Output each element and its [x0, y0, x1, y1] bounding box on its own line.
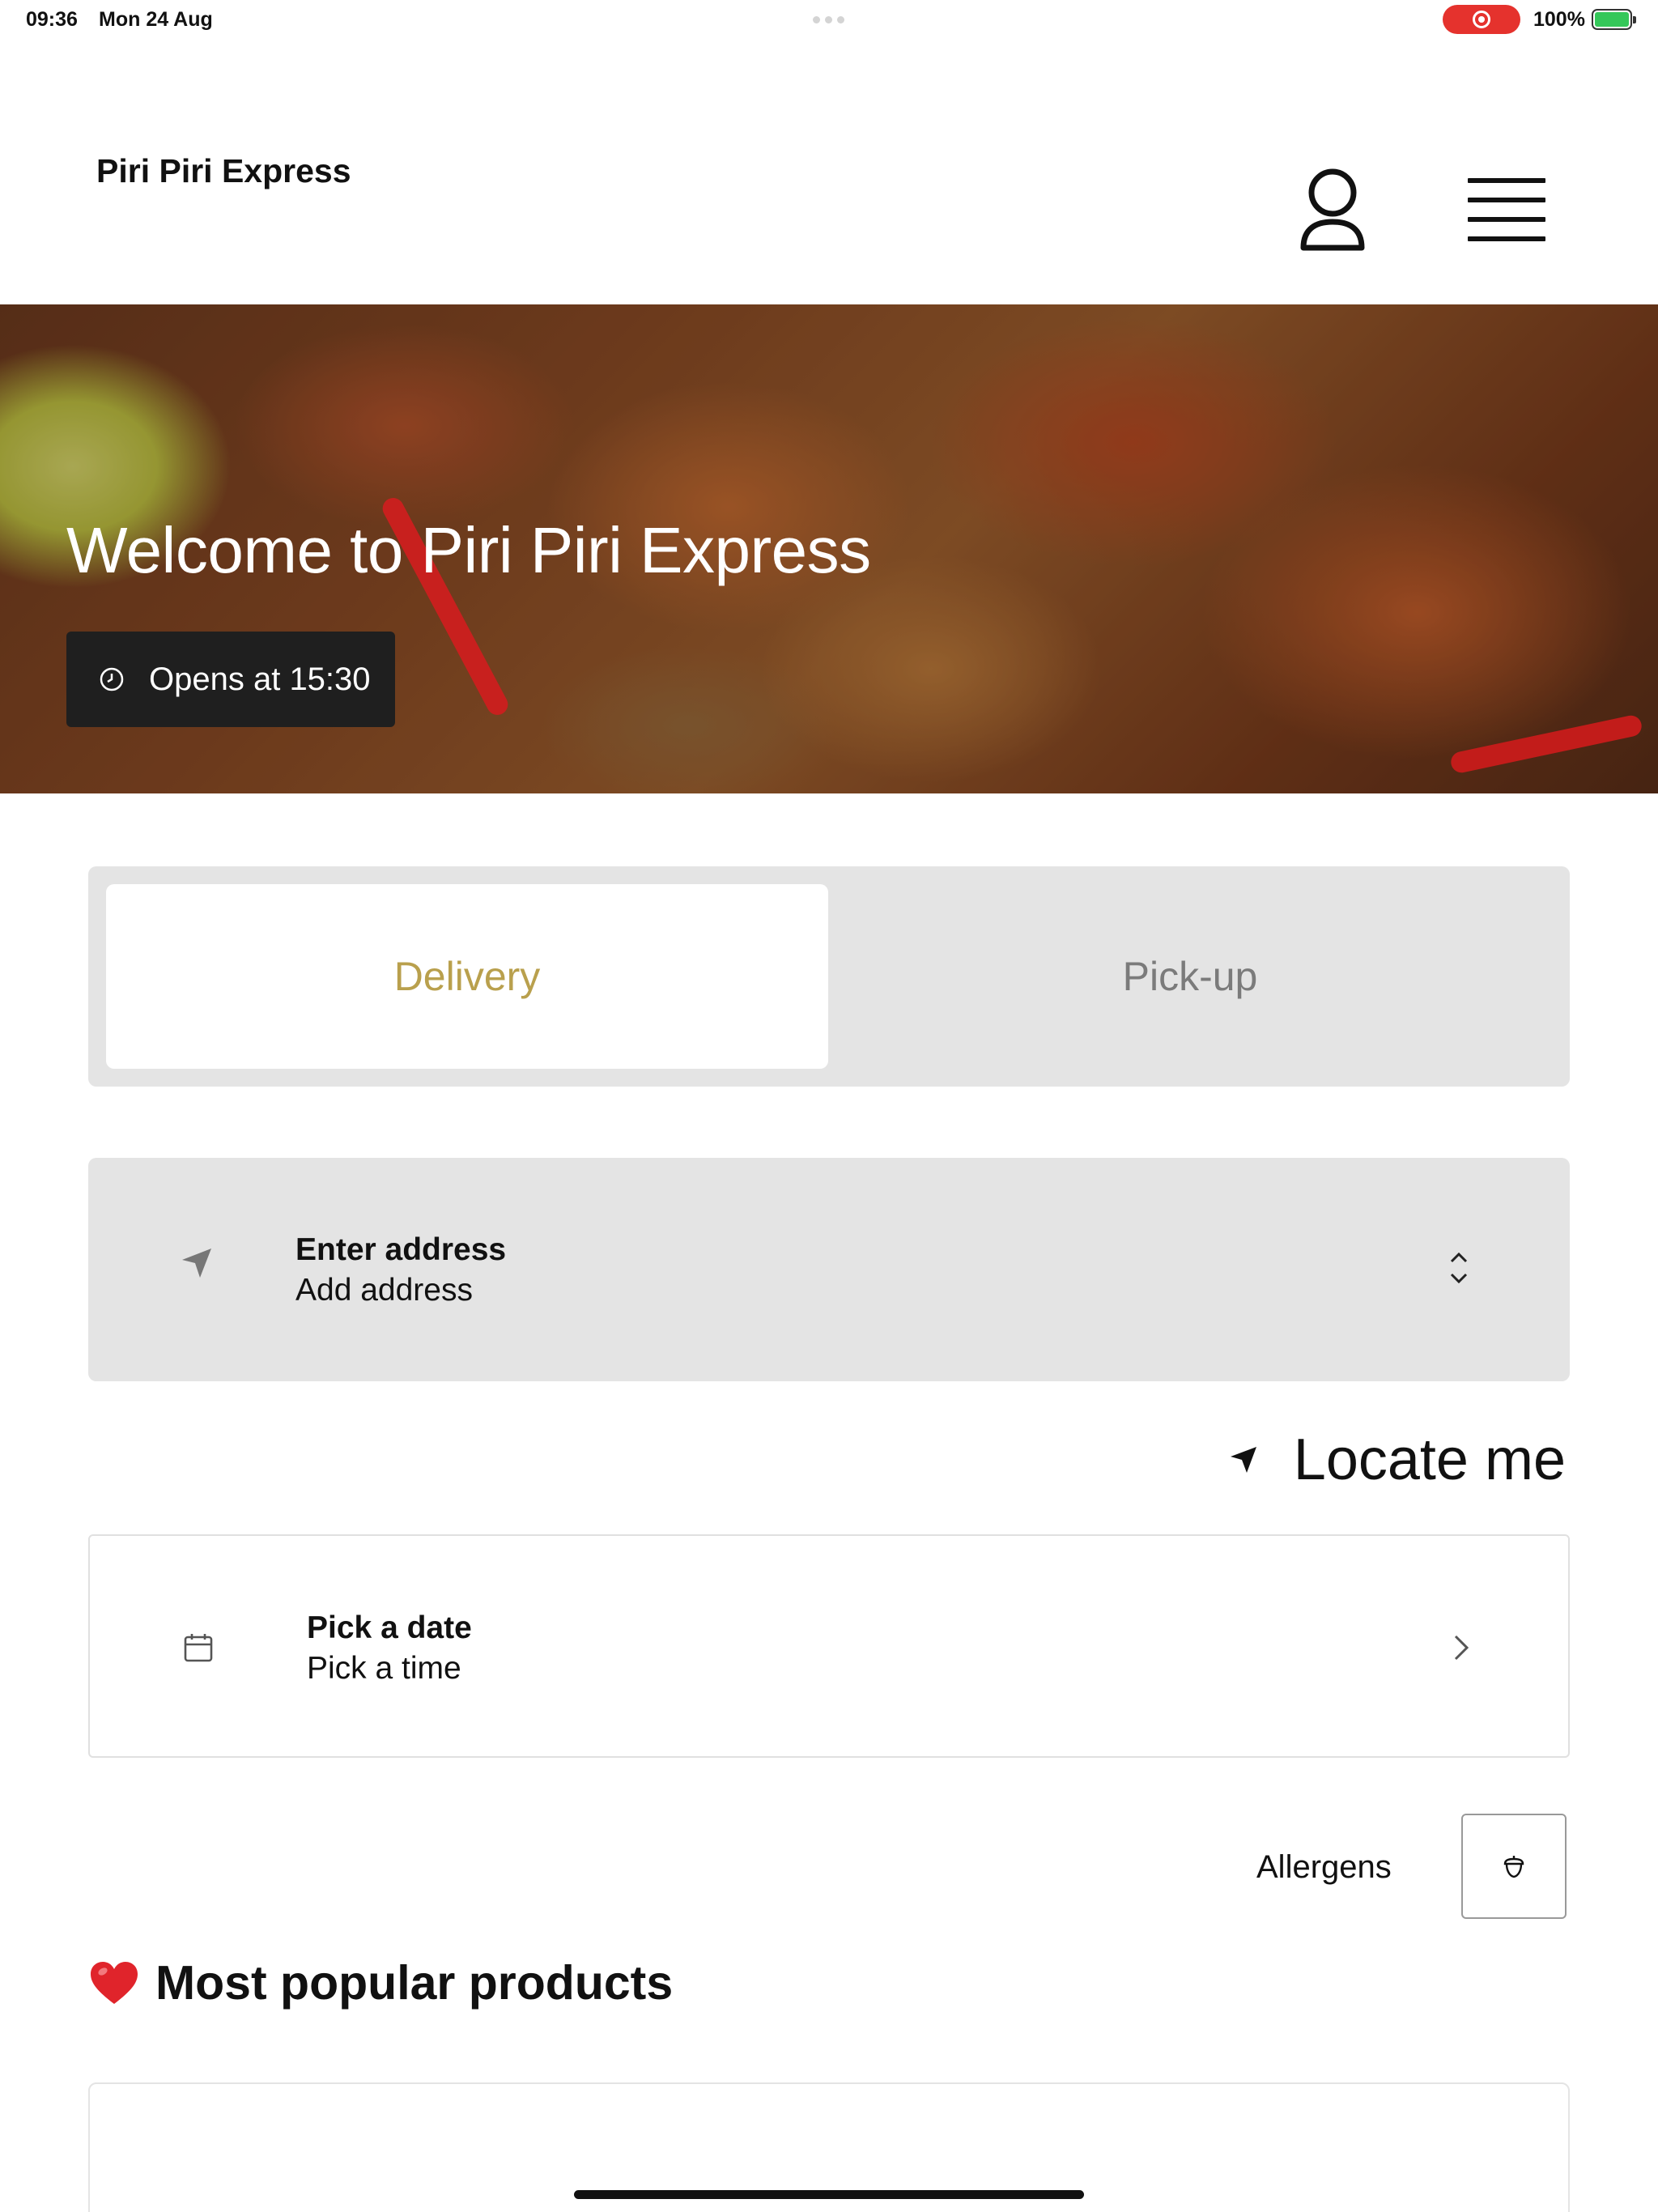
address-title: Enter address [295, 1232, 507, 1267]
brand-title[interactable]: Piri Piri Express [96, 152, 351, 190]
status-date: Mon 24 Aug [99, 8, 213, 31]
opening-hours-badge: Opens at 15:30 [66, 632, 395, 727]
clock-icon [100, 667, 124, 691]
time-subtitle: Pick a time [307, 1651, 461, 1686]
heart-icon [91, 1962, 138, 2004]
order-mode-toggle: Delivery Pick-up [88, 866, 1570, 1087]
chevron-right-icon [1454, 1635, 1469, 1661]
allergens-button[interactable] [1461, 1814, 1567, 1919]
home-indicator[interactable] [574, 2190, 1084, 2199]
battery-percentage: 100% [1533, 8, 1585, 31]
hero-banner: Welcome to Piri Piri Express Opens at 15… [0, 304, 1658, 793]
popular-products-heading: Most popular products [89, 1955, 673, 2010]
tab-delivery[interactable]: Delivery [106, 884, 828, 1069]
multitasking-dots-icon[interactable] [813, 16, 844, 23]
acorn-icon [1503, 1856, 1524, 1878]
profile-icon[interactable] [1292, 164, 1373, 261]
chevron-up-down-icon [1450, 1252, 1468, 1284]
locate-me-label: Locate me [1293, 1427, 1566, 1492]
calendar-icon [184, 1634, 213, 1662]
date-title: Pick a date [307, 1610, 472, 1645]
opening-hours-text: Opens at 15:30 [149, 661, 371, 697]
battery-icon [1592, 9, 1636, 30]
screen-recording-icon[interactable] [1443, 5, 1520, 34]
app-header: Piri Piri Express [0, 39, 1658, 304]
tab-pickup[interactable]: Pick-up [828, 884, 1552, 1069]
locate-me-button[interactable]: Locate me [1229, 1427, 1566, 1493]
date-time-picker[interactable]: Pick a date Pick a time [88, 1534, 1570, 1758]
popular-products-title: Most popular products [155, 1956, 674, 2010]
address-subtitle: Add address [295, 1273, 473, 1308]
location-arrow-icon [182, 1249, 211, 1278]
status-time: 09:36 [26, 8, 78, 31]
hero-title: Welcome to Piri Piri Express [66, 514, 871, 586]
address-selector[interactable]: Enter address Add address [88, 1158, 1570, 1381]
menu-icon[interactable] [1465, 172, 1546, 245]
status-bar: 09:36 Mon 24 Aug 100% [0, 0, 1658, 39]
allergens-label: Allergens [1256, 1849, 1392, 1885]
chili-decoration [1448, 713, 1644, 775]
location-arrow-icon [1230, 1447, 1256, 1473]
